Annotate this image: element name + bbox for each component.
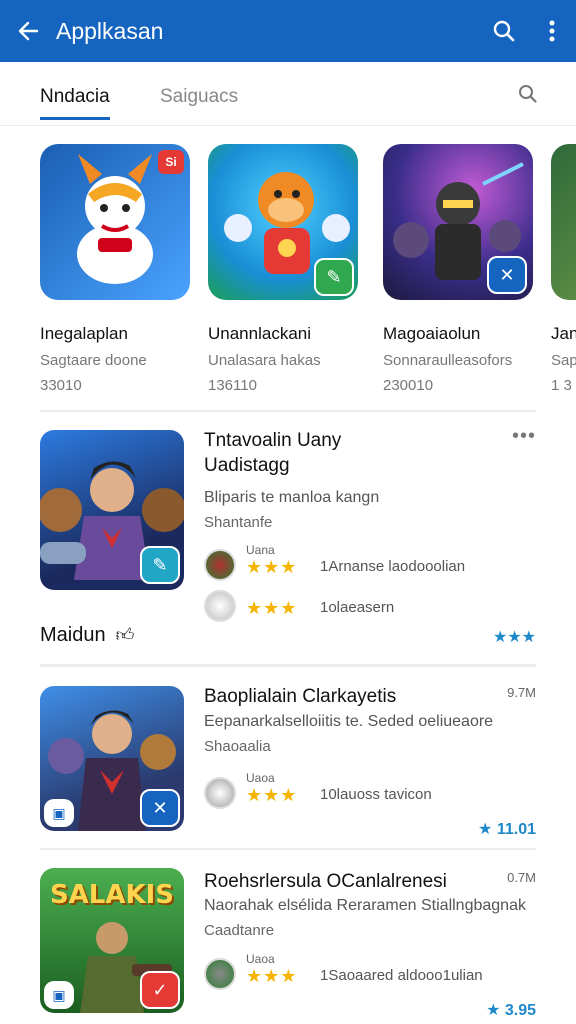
featured-carousel[interactable]: Si Inegalaplan Sagtaare doone 33010 ✎ Un… xyxy=(0,126,576,411)
tab-search-icon[interactable] xyxy=(518,84,538,109)
fox-app-icon: Si xyxy=(40,144,190,300)
review-text: 1Arnanse laodooolian xyxy=(320,558,466,575)
list-subtitle: Shantanfe xyxy=(204,514,273,531)
list-description: Naorahak elsélida Reraramen Stiallngbagn… xyxy=(204,897,526,914)
featured-subtitle: Sonnaraulleasofors xyxy=(383,352,513,369)
list-title: Baoplialain Clarkayetis xyxy=(204,686,397,707)
soldier-app-icon: SALAKIS ▣ ✓ xyxy=(40,868,184,1013)
featured-name: Jan xyxy=(551,324,576,343)
reviewer-avatar xyxy=(204,549,236,581)
rating: ★★★ xyxy=(492,629,536,646)
review-stars: ★★★ xyxy=(246,966,298,986)
featured-name: Unannlackani xyxy=(208,324,312,343)
section-label: Maidun 👍︎ xyxy=(40,624,134,647)
monkey-app-icon: ✎ xyxy=(208,144,358,300)
category-badge-icon: ✕ xyxy=(487,256,527,294)
more-options-icon[interactable]: ••• xyxy=(512,425,536,448)
section-title: Maidun xyxy=(40,624,106,646)
review-row: Uaoa ★★★ 1Saoaared aldooo1ulian xyxy=(204,952,534,990)
review-stars: ★★★ xyxy=(246,785,298,805)
list-subtitle: Caadtanre xyxy=(204,922,275,939)
featured-card[interactable]: Jan Sap 1 3 xyxy=(551,144,576,394)
app-size: 0.7M xyxy=(507,870,536,885)
category-badge-icon: ✓ xyxy=(140,971,180,1009)
review-stars: ★★★ xyxy=(246,557,298,577)
hero-app-icon: ✎ xyxy=(40,430,184,590)
featured-subtitle: Unalasara hakas xyxy=(208,352,321,369)
more-vert-icon[interactable] xyxy=(528,0,576,62)
hero-app-icon: ▣ ✕ xyxy=(40,686,184,831)
game-app-icon xyxy=(551,144,576,300)
featured-name: Magoaiaolun xyxy=(383,324,481,343)
back-arrow-icon[interactable] xyxy=(0,0,56,62)
tab-nndacia[interactable]: Nndacia xyxy=(40,86,110,120)
category-badge-icon: ✎ xyxy=(314,258,354,296)
list-title: Roehsrlersula OCanlalrenesi xyxy=(204,871,447,892)
list-item[interactable]: ▣ ✕ Baoplialain Clarkayetis 9.7M Eepanar… xyxy=(0,667,576,847)
list-description: Eepanarkalselloiitis te. Seded oeliueaor… xyxy=(204,713,494,730)
tab-bar: Nndacia Saiguacs xyxy=(0,62,576,126)
featured-count: 136110 xyxy=(208,377,257,394)
ninja-app-icon: ✕ xyxy=(383,144,533,300)
review-row: ★★★ 1olaeasern xyxy=(204,590,534,622)
like-icon[interactable]: 👍︎ xyxy=(116,624,135,646)
review-stars: ★★★ xyxy=(246,598,298,618)
featured-count: 1 3 xyxy=(551,377,572,394)
photo-badge-icon: ▣ xyxy=(44,981,74,1009)
list-item[interactable]: SALAKIS ▣ ✓ Roehsrlersula OCanlalrenesi … xyxy=(0,849,576,1024)
review-text: 1olaeasern xyxy=(320,599,395,616)
featured-card[interactable]: ✕ Magoaiaolun Sonnaraulleasofors 230010 xyxy=(383,144,533,394)
reviewer-avatar xyxy=(204,590,236,622)
review-text: 10lauoss tavicon xyxy=(320,786,432,803)
review-row: Uaoa ★★★ 10lauoss tavicon xyxy=(204,771,534,809)
reviewer-name: Uaoa xyxy=(246,771,275,785)
list-title: Tntavoalin Uany xyxy=(204,430,342,451)
tab-saiguacs[interactable]: Saiguacs xyxy=(160,86,238,108)
list-subtitle: Shaoaalia xyxy=(204,738,271,755)
app-size: 9.7M xyxy=(507,685,536,700)
rating: ★ 3.95 xyxy=(486,1002,536,1019)
reviewer-avatar xyxy=(204,777,236,809)
app-badge: Si xyxy=(158,150,184,174)
category-badge-icon: ✕ xyxy=(140,789,180,827)
featured-subtitle: Sagtaare doone xyxy=(40,352,147,369)
reviewer-name: Uana xyxy=(246,543,275,557)
review-text: 1Saoaared aldooo1ulian xyxy=(320,967,483,984)
review-row: Uana ★★★ 1Arnanse laodooolian xyxy=(204,543,534,581)
search-icon[interactable] xyxy=(480,0,528,62)
featured-count: 33010 xyxy=(40,377,82,394)
featured-name: Inegalaplan xyxy=(40,324,128,343)
featured-count: 230010 xyxy=(383,377,434,394)
featured-card[interactable]: Si Inegalaplan Sagtaare doone 33010 xyxy=(40,144,190,394)
photo-badge-icon: ▣ xyxy=(44,799,74,827)
page-title: Applkasan xyxy=(56,17,164,44)
list-description: Bliparis te manloa kangn xyxy=(204,489,380,506)
reviewer-name: Uaoa xyxy=(246,952,275,966)
reviewer-avatar xyxy=(204,958,236,990)
featured-card[interactable]: ✎ Unannlackani Unalasara hakas 136110 xyxy=(208,144,358,394)
category-badge-icon: ✎ xyxy=(140,546,180,584)
featured-subtitle: Sap xyxy=(551,352,576,369)
list-title-line2: Uadistagg xyxy=(204,455,290,476)
app-bar: Applkasan xyxy=(0,0,576,62)
rating: ★ 11.01 xyxy=(478,821,536,838)
